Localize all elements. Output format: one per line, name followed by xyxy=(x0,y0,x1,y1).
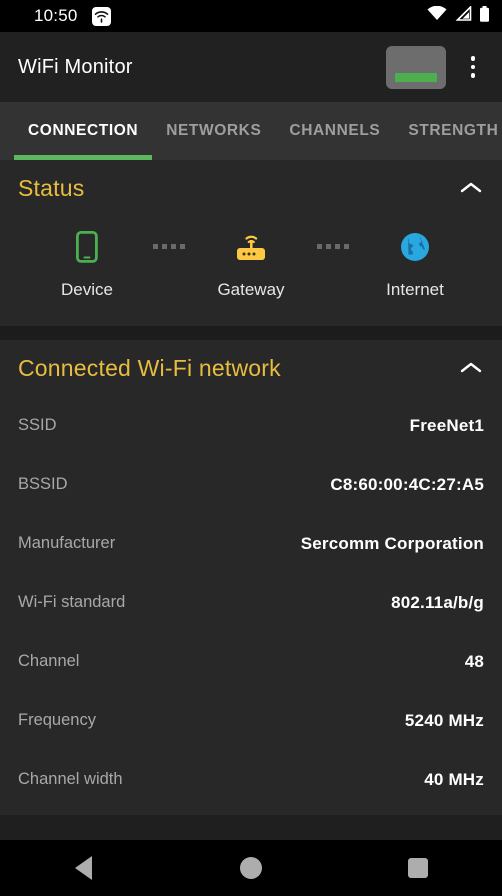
tab-networks[interactable]: NETWORKS xyxy=(152,102,275,160)
system-navigation-bar xyxy=(0,840,502,896)
row-value: 802.11a/b/g xyxy=(391,592,484,612)
table-row: Wi-Fi standard 802.11a/b/g xyxy=(18,573,484,632)
battery-full-icon xyxy=(479,5,490,27)
status-card: Status Device Gateway Internet xyxy=(0,160,502,326)
router-icon xyxy=(234,230,268,264)
phone-icon xyxy=(76,230,98,264)
tab-channels[interactable]: CHANNELS xyxy=(275,102,394,160)
table-row: Manufacturer Sercomm Corporation xyxy=(18,514,484,573)
status-bar: 10:50 xyxy=(0,0,502,32)
table-row: BSSID C8:60:00:4C:27:A5 xyxy=(18,455,484,514)
row-value: Sercomm Corporation xyxy=(300,533,484,553)
tab-strength-label: STRENGTH xyxy=(408,122,499,139)
row-label: Channel xyxy=(18,652,80,670)
row-label: Manufacturer xyxy=(18,534,116,552)
chain-node-internet: Internet xyxy=(360,230,470,300)
status-bar-icons xyxy=(427,5,490,27)
globe-icon xyxy=(400,230,430,264)
section-divider xyxy=(0,326,502,340)
overflow-menu-icon[interactable] xyxy=(456,45,490,89)
tab-channels-label: CHANNELS xyxy=(289,122,381,139)
wifi-notification-icon xyxy=(91,6,111,26)
recents-square-icon[interactable] xyxy=(378,840,458,896)
table-row: Frequency 5240 MHz xyxy=(18,691,484,750)
chain-node-device-label: Device xyxy=(61,280,113,299)
chain-node-gateway-label: Gateway xyxy=(217,280,285,299)
table-row: Channel width 40 MHz xyxy=(18,750,484,809)
row-label: Channel width xyxy=(18,770,123,788)
row-label: Wi-Fi standard xyxy=(18,593,126,611)
row-label: SSID xyxy=(18,416,57,434)
signal-strength-indicator[interactable] xyxy=(386,45,446,89)
network-detail-rows: SSID FreeNet1 BSSID C8:60:00:4C:27:A5 Ma… xyxy=(18,396,484,815)
connected-network-card: Connected Wi-Fi network SSID FreeNet1 BS… xyxy=(0,340,502,815)
cellular-signal-icon xyxy=(454,5,472,26)
chevron-up-icon[interactable] xyxy=(458,175,484,201)
row-value: FreeNet1 xyxy=(409,415,484,435)
page-title: WiFi Monitor xyxy=(18,55,133,78)
dotted-connector xyxy=(317,230,349,249)
connection-chain: Device Gateway Internet xyxy=(18,216,484,326)
table-row: SSID FreeNet1 xyxy=(18,396,484,455)
row-value: 40 MHz xyxy=(424,769,484,789)
wifi-signal-icon xyxy=(427,5,447,26)
tab-networks-label: NETWORKS xyxy=(166,122,262,139)
app-root: 10:50 WiFi Monitor CONNECTION NETWORKS C… xyxy=(0,0,502,896)
row-value: 5240 MHz xyxy=(404,710,484,730)
tab-strength[interactable]: STRENGTH xyxy=(394,102,502,160)
connected-network-header[interactable]: Connected Wi-Fi network xyxy=(18,340,484,396)
chain-node-device: Device xyxy=(32,230,142,300)
table-row: Channel 48 xyxy=(18,632,484,691)
signal-strength-bar xyxy=(395,72,437,82)
row-value: 48 xyxy=(464,651,484,671)
back-triangle-icon[interactable] xyxy=(44,840,124,896)
chevron-up-icon[interactable] xyxy=(458,355,484,381)
home-circle-icon[interactable] xyxy=(211,840,291,896)
tab-bar: CONNECTION NETWORKS CHANNELS STRENGTH xyxy=(0,102,502,160)
status-section-title: Status xyxy=(18,174,85,201)
content-scroll-area[interactable]: Status Device Gateway Internet Connected… xyxy=(0,160,502,896)
row-value: C8:60:00:4C:27:A5 xyxy=(330,474,484,494)
tab-connection-label: CONNECTION xyxy=(28,122,139,139)
chain-node-gateway: Gateway xyxy=(196,230,306,300)
row-label: Frequency xyxy=(18,711,96,729)
tab-connection[interactable]: CONNECTION xyxy=(14,102,153,160)
chain-node-internet-label: Internet xyxy=(386,280,444,299)
dotted-connector xyxy=(153,230,185,249)
status-bar-clock: 10:50 xyxy=(34,6,78,25)
network-section-title: Connected Wi-Fi network xyxy=(18,354,281,381)
app-bar: WiFi Monitor xyxy=(0,32,502,102)
row-label: BSSID xyxy=(18,475,68,493)
status-card-header[interactable]: Status xyxy=(18,160,484,216)
